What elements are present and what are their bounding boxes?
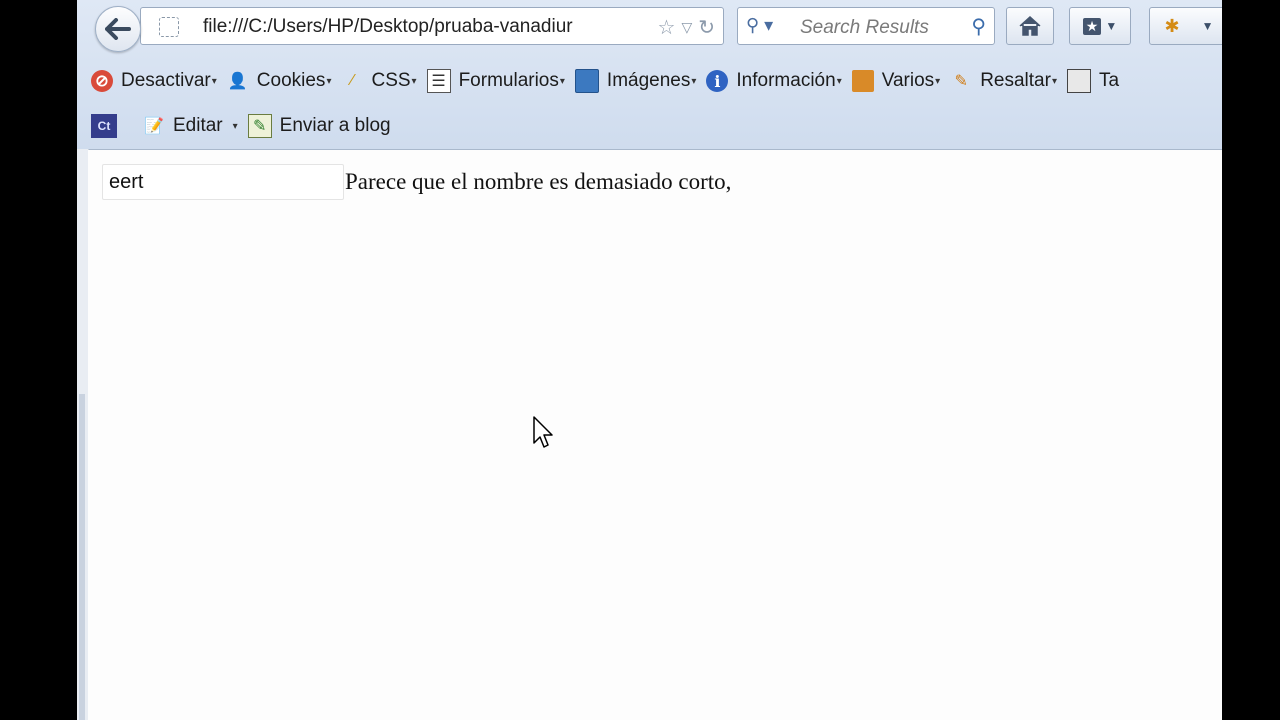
toolbar-item-css[interactable]: ⁄ CSS ▾: [341, 70, 416, 92]
user-icon: 👤: [227, 73, 248, 90]
edit-label: Editar: [173, 115, 223, 136]
dropdown-arrow-icon: ▾: [411, 75, 417, 87]
toolbar-item-imagenes[interactable]: Imágenes ▾: [574, 69, 697, 93]
search-bar[interactable]: ⚲ ▾ Search Results ⚲: [737, 7, 995, 45]
blog-icon: ✎: [247, 114, 272, 138]
toolbar-item-label: CSS: [371, 70, 411, 91]
home-button[interactable]: [1006, 7, 1054, 45]
toolbar-item-formularios[interactable]: ☰ Formularios ▾: [426, 69, 565, 93]
toolbar-item-resaltar[interactable]: ✎ Resaltar ▾: [950, 70, 1057, 92]
validation-message: Parece que el nombre es demasiado corto,: [345, 169, 732, 194]
bookmark-star-icon[interactable]: ☆: [658, 15, 676, 40]
chevron-down-icon: ▼: [1105, 19, 1118, 33]
toolbar-item-label: Desactivar: [121, 70, 211, 91]
dropdown-arrow-icon: ▾: [326, 75, 332, 87]
pencil-icon: ✎: [954, 73, 968, 90]
search-engine-icon[interactable]: ⚲ ▾: [746, 15, 773, 36]
toolbar-item-ta[interactable]: Ta: [1066, 69, 1120, 93]
video-letterbox-left: [0, 0, 77, 720]
dropdown-arrow-icon: ▾: [691, 75, 697, 87]
site-identity-icon[interactable]: [159, 17, 179, 37]
send-to-blog-button[interactable]: ✎ Enviar a blog: [247, 114, 391, 138]
toolbar-item-cookies[interactable]: 👤 Cookies ▾: [227, 70, 332, 92]
browser-toolbar: file:///C:/Users/HP/Desktop/pruaba-vanad…: [77, 0, 1222, 150]
home-icon: [1019, 15, 1041, 36]
toolbar-item-label: Ta: [1098, 70, 1120, 91]
addon-icon: ✱: [1164, 15, 1180, 36]
image-icon: [574, 69, 599, 93]
scrollbar-thumb[interactable]: [79, 394, 85, 720]
addon-toolbar: Ct 📝 Editar ▾ ✎ Enviar a blog: [91, 109, 401, 143]
magic-wand-icon: ⁄: [351, 72, 354, 89]
form-icon: ☰: [426, 69, 451, 93]
video-letterbox-right: [1222, 0, 1280, 720]
dropdown-arrow-icon[interactable]: ▾: [233, 121, 238, 132]
search-go-icon[interactable]: ⚲: [971, 14, 986, 39]
dropdown-arrow-icon: ▾: [836, 75, 842, 87]
table-icon: [1066, 69, 1091, 93]
toolbar-item-varios[interactable]: Varios ▾: [851, 70, 941, 92]
mouse-pointer-icon: [533, 416, 553, 448]
info-icon: i: [706, 70, 729, 92]
bookmarks-star-icon: ★: [1082, 17, 1102, 35]
address-bar[interactable]: file:///C:/Users/HP/Desktop/pruaba-vanad…: [140, 7, 724, 45]
page-content: Parece que el nombre es demasiado corto,: [88, 150, 1222, 720]
dropdown-arrow-icon: ▾: [935, 75, 941, 87]
dropdown-arrow-icon: ▾: [211, 75, 217, 87]
history-dropdown-icon[interactable]: ▽: [681, 19, 692, 36]
reload-icon[interactable]: ↻: [698, 15, 715, 40]
send-to-blog-label: Enviar a blog: [279, 115, 391, 136]
stop-icon: ⊘: [91, 70, 113, 92]
toolbar-item-label: Resaltar: [980, 70, 1051, 91]
back-button[interactable]: [95, 6, 141, 52]
name-input[interactable]: [102, 164, 344, 200]
search-placeholder: Search Results: [800, 17, 929, 38]
edit-button[interactable]: 📝 Editar ▾: [143, 115, 238, 137]
toolbar-item-informacion[interactable]: i Información ▾: [706, 70, 842, 92]
toolbar-item-label: Varios: [881, 70, 935, 91]
dropdown-arrow-icon: ▾: [559, 75, 565, 87]
url-text[interactable]: file:///C:/Users/HP/Desktop/pruaba-vanad…: [203, 16, 621, 38]
browser-window: file:///C:/Users/HP/Desktop/pruaba-vanad…: [77, 0, 1222, 720]
ct-logo-icon: Ct: [91, 114, 117, 138]
back-arrow-icon: [105, 18, 131, 40]
chevron-down-icon: ▼: [1201, 19, 1214, 33]
toolbar-item-label: Formularios: [458, 70, 559, 91]
toolbar-item-label: Cookies: [256, 70, 326, 91]
addon-button[interactable]: ✱ ▼: [1149, 7, 1222, 45]
toolbar-item-desactivar[interactable]: ⊘ Desactivar ▾: [91, 70, 217, 92]
edit-note-icon: 📝: [144, 118, 164, 135]
toolbar-item-label: Información: [736, 70, 836, 91]
dropdown-arrow-icon: ▾: [1051, 75, 1057, 87]
bookmarks-menu-button[interactable]: ★ ▼: [1069, 7, 1131, 45]
web-developer-toolbar: ⊘ Desactivar ▾ 👤 Cookies ▾ ⁄ CSS ▾ ☰ Formul…: [91, 64, 1129, 98]
toolbar-item-label: Imágenes: [606, 70, 691, 91]
box-icon: [851, 70, 874, 92]
ct-button[interactable]: Ct: [91, 114, 125, 138]
